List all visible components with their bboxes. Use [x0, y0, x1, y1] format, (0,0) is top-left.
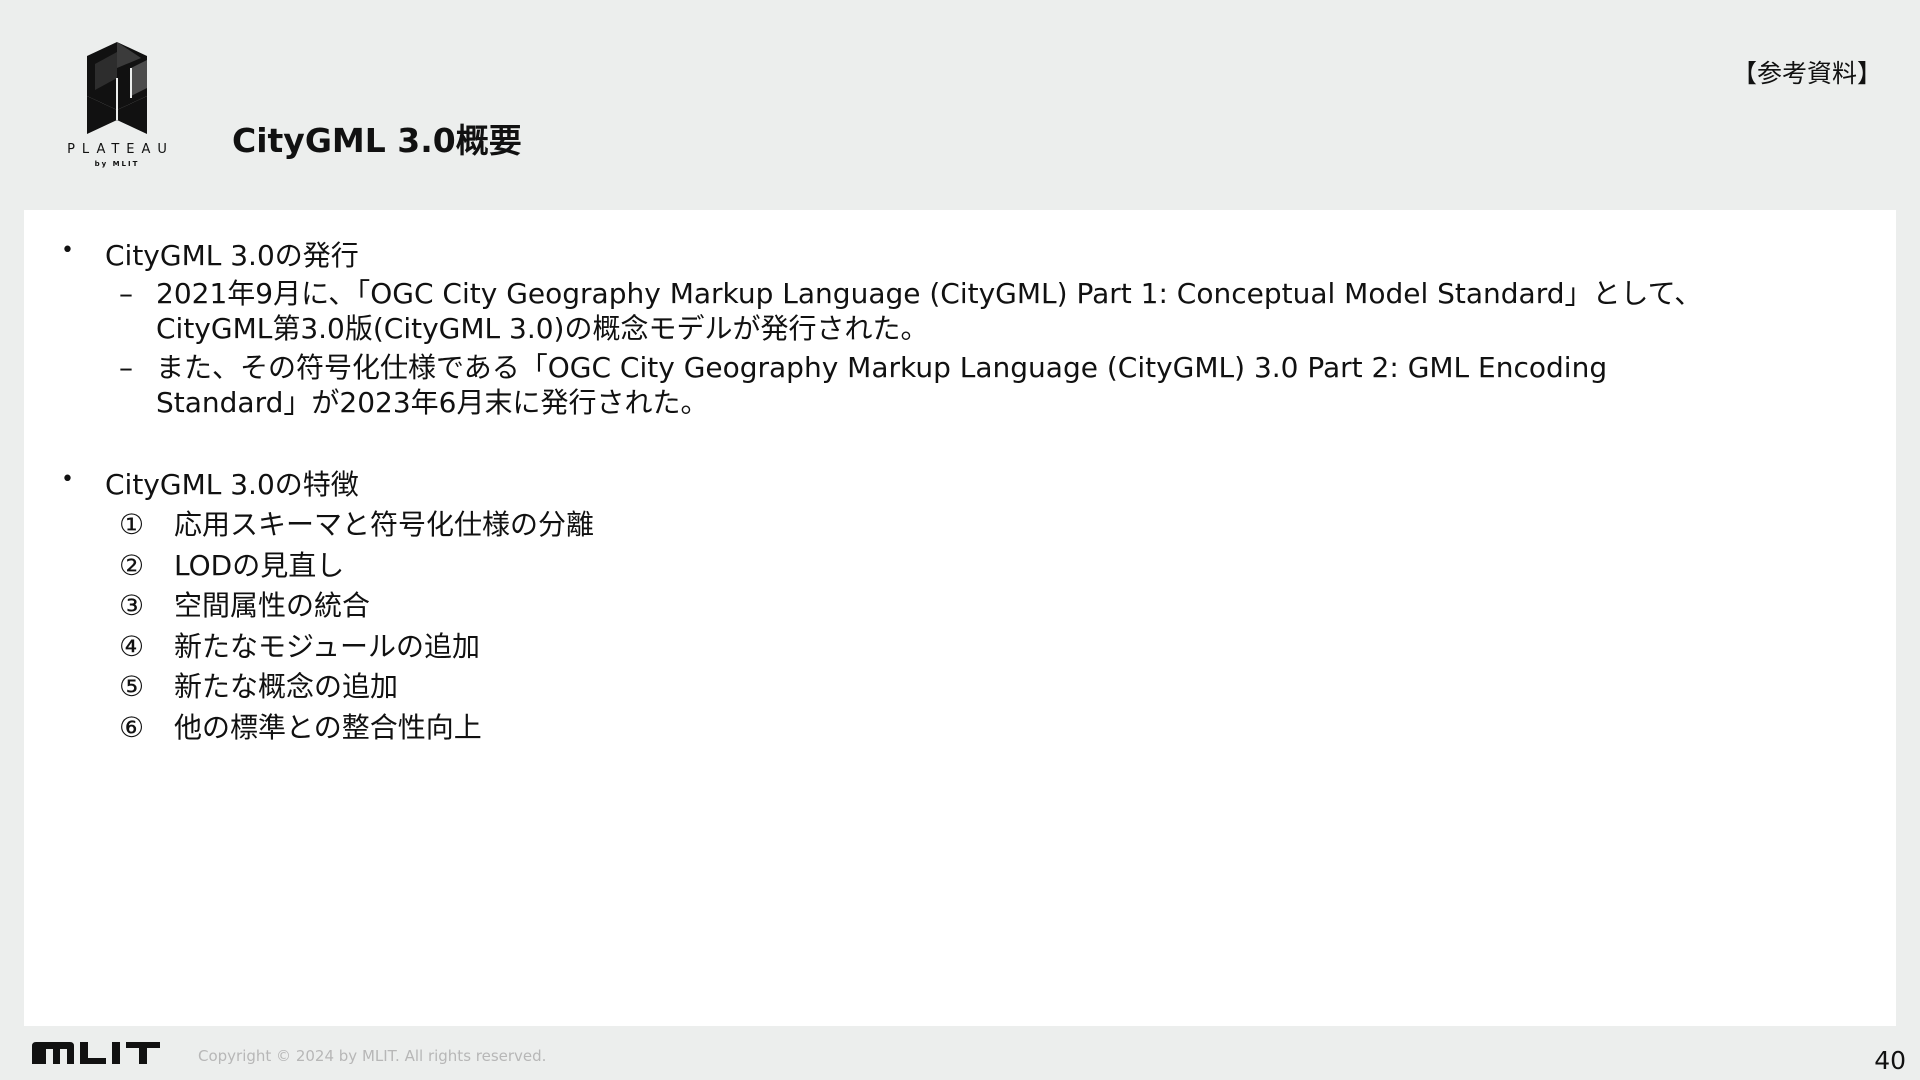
list-item-text: また、その符号化仕様である「OGC City Geography Markup … — [156, 351, 1608, 419]
list-item: – 2021年9月に、「OGC City Geography Markup La… — [119, 276, 1856, 346]
feature-number: ② — [119, 548, 145, 582]
feature-number: ⑤ — [119, 670, 145, 703]
feature-text: 応用スキーマと符号化仕様の分離 — [174, 508, 595, 541]
reference-label: 【参考資料】 — [1731, 59, 1882, 88]
feature-number: ⑥ — [119, 710, 145, 744]
feature-number: ④ — [119, 629, 145, 663]
feature-number: ③ — [119, 589, 145, 622]
content-panel: • CityGML 3.0の発行 – 2021年9月に、「OGC City Ge… — [24, 210, 1896, 1026]
section-features: • CityGML 3.0の特徴 ① 応用スキーマと符号化仕様の分離 ② LOD… — [24, 465, 1896, 748]
page-title: CityGML 3.0概要 — [232, 121, 522, 160]
feature-text: 新たなモジュールの追加 — [174, 629, 481, 663]
plateau-cube-icon — [87, 42, 147, 134]
section-heading-row: • CityGML 3.0の特徴 — [24, 465, 1896, 505]
feature-list: ① 応用スキーマと符号化仕様の分離 ② LODの見直し ③ 空間属性の統合 ④ … — [24, 505, 1896, 748]
feature-item: ① 応用スキーマと符号化仕様の分離 — [24, 505, 1896, 546]
dash-icon: – — [119, 277, 133, 310]
feature-item: ⑤ 新たな概念の追加 — [24, 667, 1896, 708]
feature-item: ③ 空間属性の統合 — [24, 586, 1896, 627]
feature-item: ④ 新たなモジュールの追加 — [24, 627, 1896, 668]
list-item: – また、その符号化仕様である「OGC City Geography Marku… — [119, 350, 1856, 420]
plateau-subtitle: by MLIT — [94, 160, 140, 168]
page-number: 40 — [1874, 1046, 1906, 1075]
section-heading-row: • CityGML 3.0の発行 — [24, 236, 1896, 276]
bullet-icon: • — [61, 238, 74, 263]
feature-text: 新たな概念の追加 — [174, 670, 399, 703]
feature-item: ② LODの見直し — [24, 546, 1896, 587]
copyright-text: Copyright © 2024 by MLIT. All rights res… — [198, 1047, 547, 1065]
section-heading: CityGML 3.0の特徴 — [105, 468, 359, 501]
dash-icon: – — [119, 351, 133, 384]
feature-text: 他の標準との整合性向上 — [174, 710, 482, 744]
feature-number: ① — [119, 508, 145, 541]
bullet-icon: • — [61, 467, 74, 492]
feature-text: LODの見直し — [174, 548, 345, 582]
mlit-logo-icon — [32, 1042, 160, 1064]
mlit-logo — [30, 1040, 162, 1070]
plateau-wordmark: PLATEAU — [67, 142, 174, 157]
section-publication: • CityGML 3.0の発行 – 2021年9月に、「OGC City Ge… — [24, 236, 1896, 420]
plateau-logo: PLATEAU by MLIT — [52, 38, 182, 178]
feature-text: 空間属性の統合 — [174, 589, 371, 622]
list-item-text: 2021年9月に、「OGC City Geography Markup Lang… — [156, 277, 1703, 345]
section-heading: CityGML 3.0の発行 — [105, 239, 359, 272]
feature-item: ⑥ 他の標準との整合性向上 — [24, 708, 1896, 749]
